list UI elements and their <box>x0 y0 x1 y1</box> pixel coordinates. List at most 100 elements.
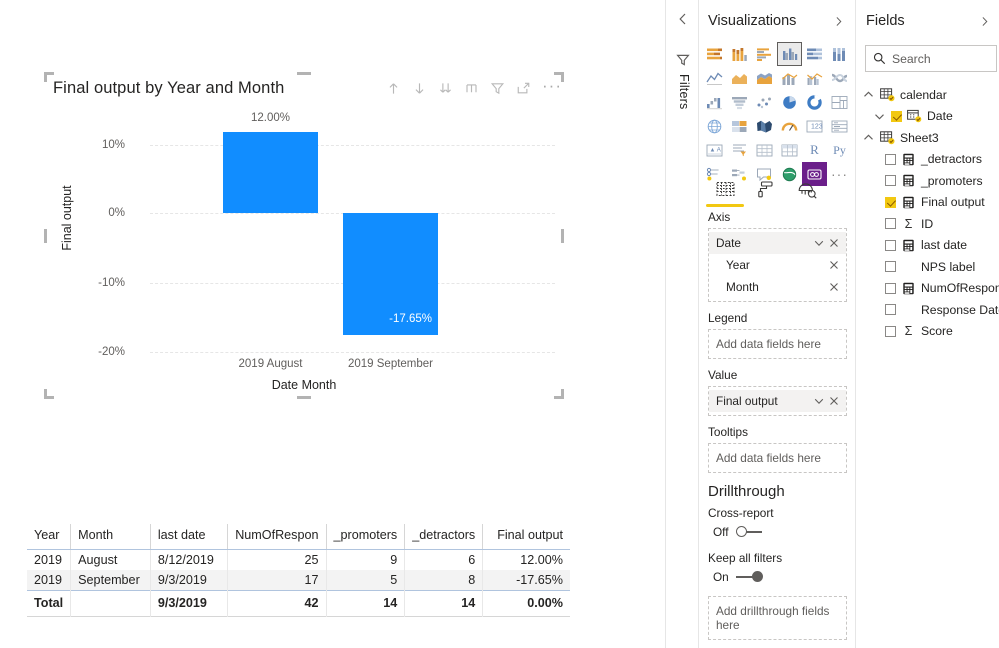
field-checkbox[interactable] <box>885 175 896 187</box>
chevron-right-icon[interactable] <box>978 15 991 28</box>
chevron-down-icon[interactable] <box>813 237 825 249</box>
cross-report-toggle[interactable] <box>735 526 763 538</box>
filters-pane-collapsed[interactable]: Filters <box>665 0 699 648</box>
field-checkbox[interactable] <box>885 218 896 230</box>
field-item-response-date[interactable]: Response Date <box>856 299 999 321</box>
viz-line-and-clustered-column-chart[interactable] <box>802 66 827 90</box>
remove-field-icon[interactable] <box>828 237 840 249</box>
field-item-detractors[interactable]: _detractors <box>856 149 999 171</box>
viz-filled-map[interactable] <box>727 114 752 138</box>
well-value[interactable]: Final output <box>708 386 847 416</box>
column-header-year[interactable]: Year <box>27 524 72 550</box>
field-item-promoters[interactable]: _promoters <box>856 170 999 192</box>
viz-waterfall-chart[interactable] <box>702 90 727 114</box>
viz-matrix[interactable] <box>777 138 802 162</box>
chevron-right-icon[interactable] <box>832 15 845 28</box>
column-header-last-date[interactable]: last date <box>150 524 229 550</box>
remove-field-icon[interactable] <box>828 395 840 407</box>
field-item-score[interactable]: Σ Score <box>856 321 999 343</box>
chevron-down-icon[interactable] <box>813 395 825 407</box>
viz-scatter-chart[interactable] <box>752 90 777 114</box>
report-canvas[interactable]: Final output by Year and Month ··· 10% 0… <box>0 0 665 648</box>
viz-multi-row-card[interactable] <box>827 114 852 138</box>
viz-clustered-column-chart[interactable] <box>777 42 802 66</box>
field-table-calendar[interactable]: calendar <box>856 84 999 106</box>
viz-card[interactable]: 123 <box>802 114 827 138</box>
well-tooltips[interactable]: Add data fields here <box>708 443 847 473</box>
viz-slicer[interactable] <box>727 138 752 162</box>
field-checkbox[interactable] <box>885 325 896 337</box>
column-header-promoters[interactable]: _promoters <box>326 524 406 550</box>
field-item-nps-label[interactable]: NPS label <box>856 256 999 278</box>
filters-pane-label[interactable]: Filters <box>675 74 691 109</box>
field-item-last-date[interactable]: last date <box>856 235 999 257</box>
chevron-up-icon[interactable] <box>862 131 875 144</box>
viz-100-stacked-bar-chart[interactable] <box>802 42 827 66</box>
field-checkbox[interactable] <box>885 282 896 294</box>
table-row[interactable]: 2019 August 8/12/2019 25 9 6 12.00% <box>27 549 570 570</box>
viz-line-chart[interactable] <box>702 66 727 90</box>
keep-all-filters-toggle[interactable] <box>735 571 763 583</box>
search-input[interactable]: Search <box>865 45 997 72</box>
viz-python-visual[interactable]: Py <box>827 138 852 162</box>
column-header-month[interactable]: Month <box>70 524 151 550</box>
well-axis[interactable]: Date Year Month <box>708 228 847 302</box>
well-drillthrough[interactable]: Add drillthrough fields here <box>708 596 847 640</box>
remove-field-icon[interactable] <box>828 281 840 293</box>
viz-funnel-chart[interactable] <box>727 90 752 114</box>
field-checkbox[interactable] <box>885 304 896 316</box>
field-checkbox[interactable] <box>885 261 896 273</box>
bar-2019-august[interactable] <box>223 132 318 213</box>
visualization-pane-tabs[interactable] <box>699 174 856 212</box>
filter-icon[interactable] <box>675 52 691 68</box>
field-item-final-output[interactable]: Final output <box>856 192 999 214</box>
remove-field-icon[interactable] <box>828 259 840 271</box>
viz-stacked-area-chart[interactable] <box>752 66 777 90</box>
viz-table[interactable] <box>752 138 777 162</box>
field-checkbox[interactable] <box>885 196 896 208</box>
well-chip-year[interactable]: Year <box>709 254 846 276</box>
viz-gauge[interactable] <box>777 114 802 138</box>
fields-tab[interactable] <box>708 174 742 204</box>
chevron-up-icon[interactable] <box>862 88 875 101</box>
field-table-sheet3[interactable]: Sheet3 <box>856 127 999 149</box>
well-chip-month[interactable]: Month <box>709 276 846 298</box>
keep-all-filters-toggle-row[interactable]: On <box>713 570 856 584</box>
viz-treemap[interactable] <box>827 90 852 114</box>
viz-100-stacked-column-chart[interactable] <box>827 42 852 66</box>
field-wells[interactable]: Axis Date Year Month Legend Add data fie… <box>699 210 856 648</box>
viz-map[interactable] <box>702 114 727 138</box>
column-header-numofrespon[interactable]: NumOfRespon <box>227 524 327 550</box>
viz-pie-chart[interactable] <box>777 90 802 114</box>
visualizations-pane[interactable]: Visualizations 123 ▲ A R Py ··· Axis Dat… <box>699 0 856 648</box>
field-checkbox[interactable] <box>885 239 896 251</box>
cross-report-toggle-row[interactable]: Off <box>713 525 856 539</box>
viz-line-and-stacked-column-chart[interactable] <box>777 66 802 90</box>
viz-r-script-visual[interactable]: R <box>802 138 827 162</box>
format-tab[interactable] <box>749 174 783 204</box>
viz-donut-chart[interactable] <box>802 90 827 114</box>
viz-kpi[interactable]: ▲ A <box>702 138 727 162</box>
chevron-left-icon[interactable] <box>675 11 691 27</box>
field-checkbox[interactable] <box>891 110 902 122</box>
column-header-detractors[interactable]: _detractors <box>404 524 484 550</box>
chevron-down-icon[interactable] <box>873 110 886 123</box>
viz-stacked-column-chart[interactable] <box>727 42 752 66</box>
analytics-tab[interactable] <box>790 174 824 204</box>
viz-clustered-bar-chart[interactable] <box>752 42 777 66</box>
viz-area-chart[interactable] <box>727 66 752 90</box>
table-visual[interactable]: Year Month last date NumOfRespon _promot… <box>27 524 583 617</box>
visualization-type-gallery[interactable]: 123 ▲ A R Py ··· <box>702 42 853 186</box>
field-hierarchy-date[interactable]: Date <box>856 106 999 128</box>
column-header-final-output[interactable]: Final output <box>482 524 570 550</box>
viz-stacked-bar-chart[interactable] <box>702 42 727 66</box>
well-chip-final-output[interactable]: Final output <box>709 390 846 412</box>
well-chip-date[interactable]: Date <box>709 232 846 254</box>
data-table[interactable]: Year Month last date NumOfRespon _promot… <box>27 524 570 617</box>
fields-pane[interactable]: Fields Search calendar Date Sheet3 _detr… <box>856 0 999 648</box>
well-legend[interactable]: Add data fields here <box>708 329 847 359</box>
fields-tree[interactable]: calendar Date Sheet3 _detractors _promot… <box>856 84 999 342</box>
field-item-numofrespon[interactable]: NumOfRespon <box>856 278 999 300</box>
viz-ribbon-chart[interactable] <box>827 66 852 90</box>
field-checkbox[interactable] <box>885 153 896 165</box>
